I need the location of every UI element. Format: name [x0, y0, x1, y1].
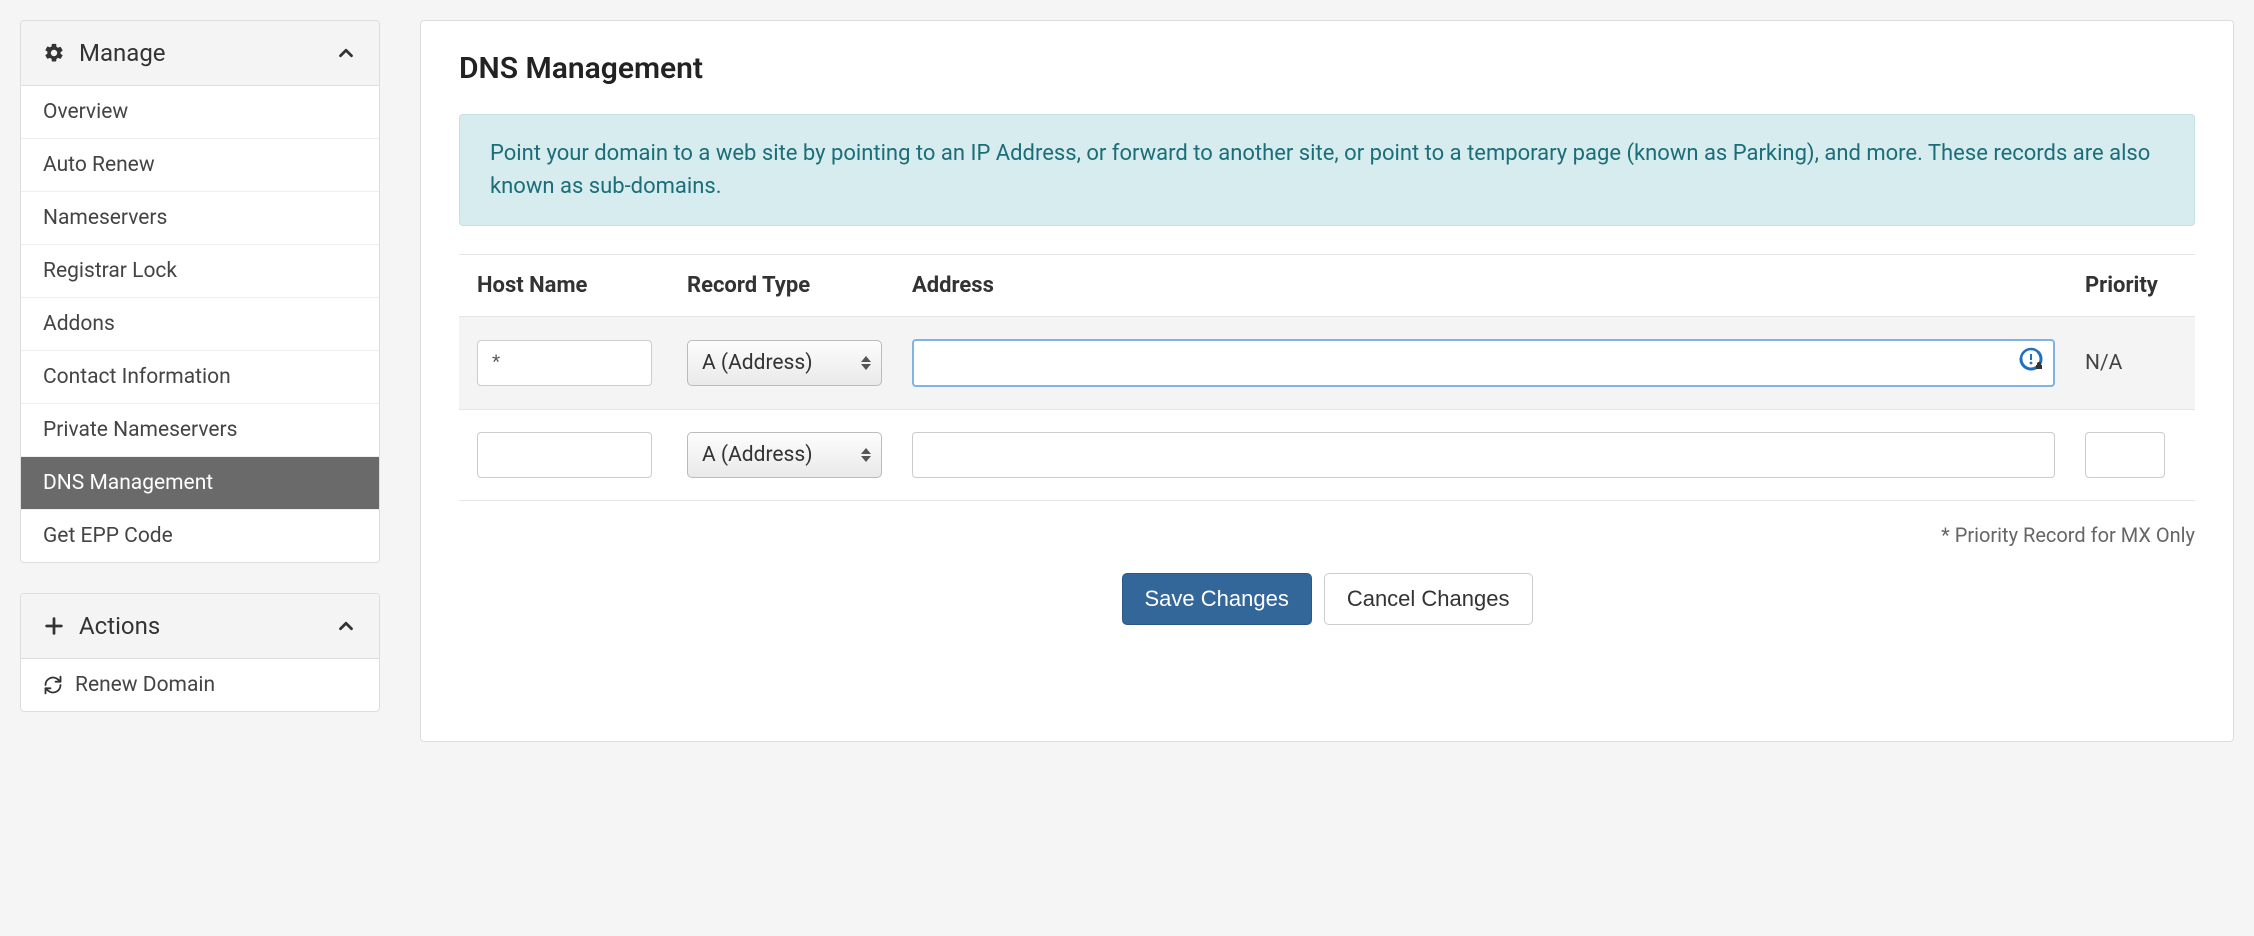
sidebar-item-label: Contact Information: [43, 365, 231, 389]
plus-icon: [43, 615, 65, 637]
sidebar-manage-header[interactable]: Manage: [21, 21, 379, 86]
select-arrows-icon: [861, 448, 871, 462]
sidebar-item-label: Overview: [43, 100, 128, 124]
sidebar-manage-title: Manage: [79, 39, 166, 67]
priority-na: N/A: [2085, 351, 2122, 375]
mx-note: * Priority Record for MX Only: [459, 523, 2195, 547]
sidebar-actions-header[interactable]: Actions: [21, 594, 379, 659]
sidebar-item-label: Renew Domain: [75, 673, 215, 697]
select-value: A (Address): [702, 351, 813, 375]
info-box: Point your domain to a web site by point…: [459, 114, 2195, 226]
col-header-type: Record Type: [687, 273, 912, 298]
gear-icon: [43, 42, 65, 64]
sidebar-item-renew-domain[interactable]: Renew Domain: [21, 659, 379, 711]
sidebar-item-label: Registrar Lock: [43, 259, 177, 283]
cancel-button[interactable]: Cancel Changes: [1324, 573, 1533, 625]
sidebar-item-dns-management[interactable]: DNS Management: [21, 457, 379, 510]
host-name-input[interactable]: [477, 432, 652, 478]
sidebar-item-label: Get EPP Code: [43, 524, 173, 548]
sidebar-item-auto-renew[interactable]: Auto Renew: [21, 139, 379, 192]
sidebar-item-label: Nameservers: [43, 206, 167, 230]
table-header-row: Host Name Record Type Address Priority: [459, 255, 2195, 317]
col-header-address: Address: [912, 273, 2085, 298]
sidebar-item-get-epp-code[interactable]: Get EPP Code: [21, 510, 379, 562]
sidebar-item-label: DNS Management: [43, 471, 213, 495]
save-button[interactable]: Save Changes: [1122, 573, 1312, 625]
record-type-select[interactable]: A (Address): [687, 432, 882, 478]
sidebar-item-overview[interactable]: Overview: [21, 86, 379, 139]
sidebar-item-private-nameservers[interactable]: Private Nameservers: [21, 404, 379, 457]
address-input[interactable]: [912, 432, 2055, 478]
select-arrows-icon: [861, 356, 871, 370]
col-header-priority: Priority: [2085, 273, 2195, 298]
select-value: A (Address): [702, 443, 813, 467]
table-row: A (Address): [459, 410, 2195, 501]
sidebar-section-manage: Manage Overview Auto Renew Nameservers R…: [20, 20, 380, 563]
record-type-select[interactable]: A (Address): [687, 340, 882, 386]
sidebar-item-nameservers[interactable]: Nameservers: [21, 192, 379, 245]
sidebar-section-actions: Actions Renew Domain: [20, 593, 380, 712]
sidebar-item-contact-information[interactable]: Contact Information: [21, 351, 379, 404]
password-manager-icon[interactable]: [2019, 347, 2045, 379]
page-title: DNS Management: [459, 51, 2195, 86]
sidebar-item-registrar-lock[interactable]: Registrar Lock: [21, 245, 379, 298]
host-name-input[interactable]: [477, 340, 652, 386]
main-panel: DNS Management Point your domain to a we…: [420, 20, 2234, 742]
sidebar-actions-title: Actions: [79, 612, 160, 640]
priority-input[interactable]: [2085, 432, 2165, 478]
table-row: A (Address) N/A: [459, 317, 2195, 410]
sidebar-item-addons[interactable]: Addons: [21, 298, 379, 351]
button-row: Save Changes Cancel Changes: [459, 573, 2195, 625]
refresh-icon: [43, 675, 63, 695]
chevron-up-icon: [335, 42, 357, 64]
sidebar-item-label: Auto Renew: [43, 153, 155, 177]
col-header-host: Host Name: [477, 273, 687, 298]
address-input[interactable]: [912, 339, 2055, 387]
sidebar-item-label: Addons: [43, 312, 115, 336]
dns-table: Host Name Record Type Address Priority A…: [459, 254, 2195, 501]
sidebar: Manage Overview Auto Renew Nameservers R…: [20, 20, 380, 742]
sidebar-item-label: Private Nameservers: [43, 418, 238, 442]
chevron-up-icon: [335, 615, 357, 637]
